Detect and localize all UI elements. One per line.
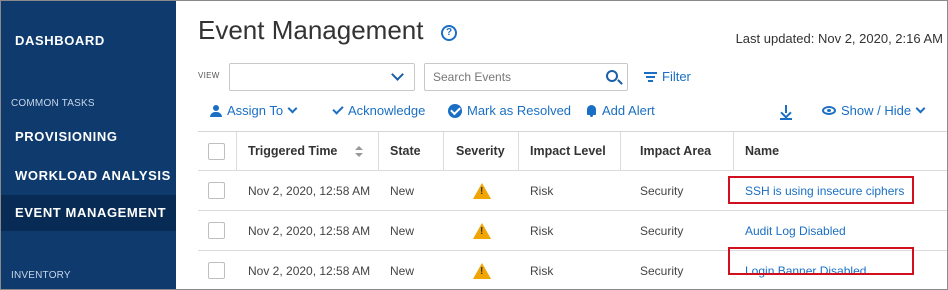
events-table: Triggered Time State Severity Impact Lev… [198,131,947,289]
last-updated-text: Last updated: Nov 2, 2020, 2:16 AM [735,31,943,46]
row-checkbox[interactable] [208,182,225,199]
warning-icon [473,183,491,199]
download-icon[interactable] [780,105,792,120]
impact-area-cell: Security [640,184,684,198]
sidebar: DASHBOARD COMMON TASKS PROVISIONING WORK… [1,1,176,289]
add-alert-button[interactable]: Add Alert [586,103,655,118]
chevron-down-icon [391,68,404,81]
state-cell: New [390,184,415,198]
highlight-box [728,176,914,204]
sidebar-section-inventory: INVENTORY [11,270,71,281]
column-header-triggered-time[interactable]: Triggered Time [238,132,337,170]
acknowledge-button[interactable]: Acknowledge [332,102,426,118]
triggered-time-cell: Nov 2, 2020, 12:58 AM [248,184,371,198]
sidebar-section-common-tasks: COMMON TASKS [11,98,95,109]
help-icon[interactable]: ? [441,25,457,41]
impact-level-cell: Risk [530,184,554,198]
triggered-time-cell: Nov 2, 2020, 12:58 AM [248,224,371,238]
column-header-name: Name [745,144,780,158]
state-cell: New [390,264,415,278]
search-icon[interactable] [606,70,618,82]
row-checkbox[interactable] [208,222,225,239]
row-checkbox[interactable] [208,262,225,279]
mark-resolved-button[interactable]: Mark as Resolved [448,103,571,119]
warning-icon [473,263,491,279]
column-header-state: State [390,144,421,158]
column-header-impact-area: Impact Area [640,144,712,158]
warning-icon [473,223,491,239]
highlight-box [728,247,914,275]
table-header-row: Triggered Time State Severity Impact Lev… [198,132,947,171]
user-icon [210,104,222,117]
impact-level-cell: Risk [530,224,554,238]
impact-area-cell: Security [640,264,684,278]
event-name-link[interactable]: Audit Log Disabled [735,211,846,250]
bell-icon [586,104,597,117]
eye-icon [822,106,836,116]
show-hide-button[interactable]: Show / Hide [822,103,926,118]
severity-cell [446,171,518,210]
severity-cell [446,251,518,289]
filter-icon [644,71,657,82]
state-cell: New [390,224,415,238]
app-frame: DASHBOARD COMMON TASKS PROVISIONING WORK… [0,0,948,290]
sidebar-item-event-management[interactable]: EVENT MANAGEMENT [1,195,176,231]
search-input[interactable] [425,64,595,90]
table-row: Nov 2, 2020, 12:58 AM New Risk Security … [198,247,947,289]
add-alert-label: Add Alert [602,103,655,118]
severity-cell [446,211,518,250]
page-title: Event Management [198,15,424,45]
assign-to-label: Assign To [227,103,284,118]
sidebar-item-workload-analysis[interactable]: WORKLOAD ANALYSIS [1,158,176,194]
view-label: VIEW [198,71,220,80]
mark-resolved-label: Mark as Resolved [467,103,572,118]
column-header-severity: Severity [456,144,505,158]
main-content: Event Management ? Last updated: Nov 2, … [176,1,947,289]
table-row: Nov 2, 2020, 12:58 AM New Risk Security … [198,211,947,251]
check-circle-icon [448,103,462,118]
table-row: Nov 2, 2020, 12:58 AM New Risk Security … [198,171,947,211]
impact-level-cell: Risk [530,264,554,278]
acknowledge-label: Acknowledge [348,103,426,118]
check-icon [332,102,344,115]
filter-button[interactable]: Filter [644,69,691,84]
search-box [424,63,628,91]
column-header-impact-level: Impact Level [530,144,606,158]
select-all-checkbox[interactable] [208,143,225,160]
triggered-time-cell: Nov 2, 2020, 12:58 AM [248,264,371,278]
chevron-down-icon [287,103,298,114]
sidebar-item-dashboard[interactable]: DASHBOARD [1,23,176,59]
sort-icon[interactable] [355,146,363,158]
view-select[interactable] [229,63,415,91]
chevron-down-icon [915,103,926,114]
filter-label: Filter [662,69,691,84]
sidebar-item-provisioning[interactable]: PROVISIONING [1,119,176,155]
impact-area-cell: Security [640,224,684,238]
assign-to-button[interactable]: Assign To [210,103,298,118]
show-hide-label: Show / Hide [841,103,912,118]
